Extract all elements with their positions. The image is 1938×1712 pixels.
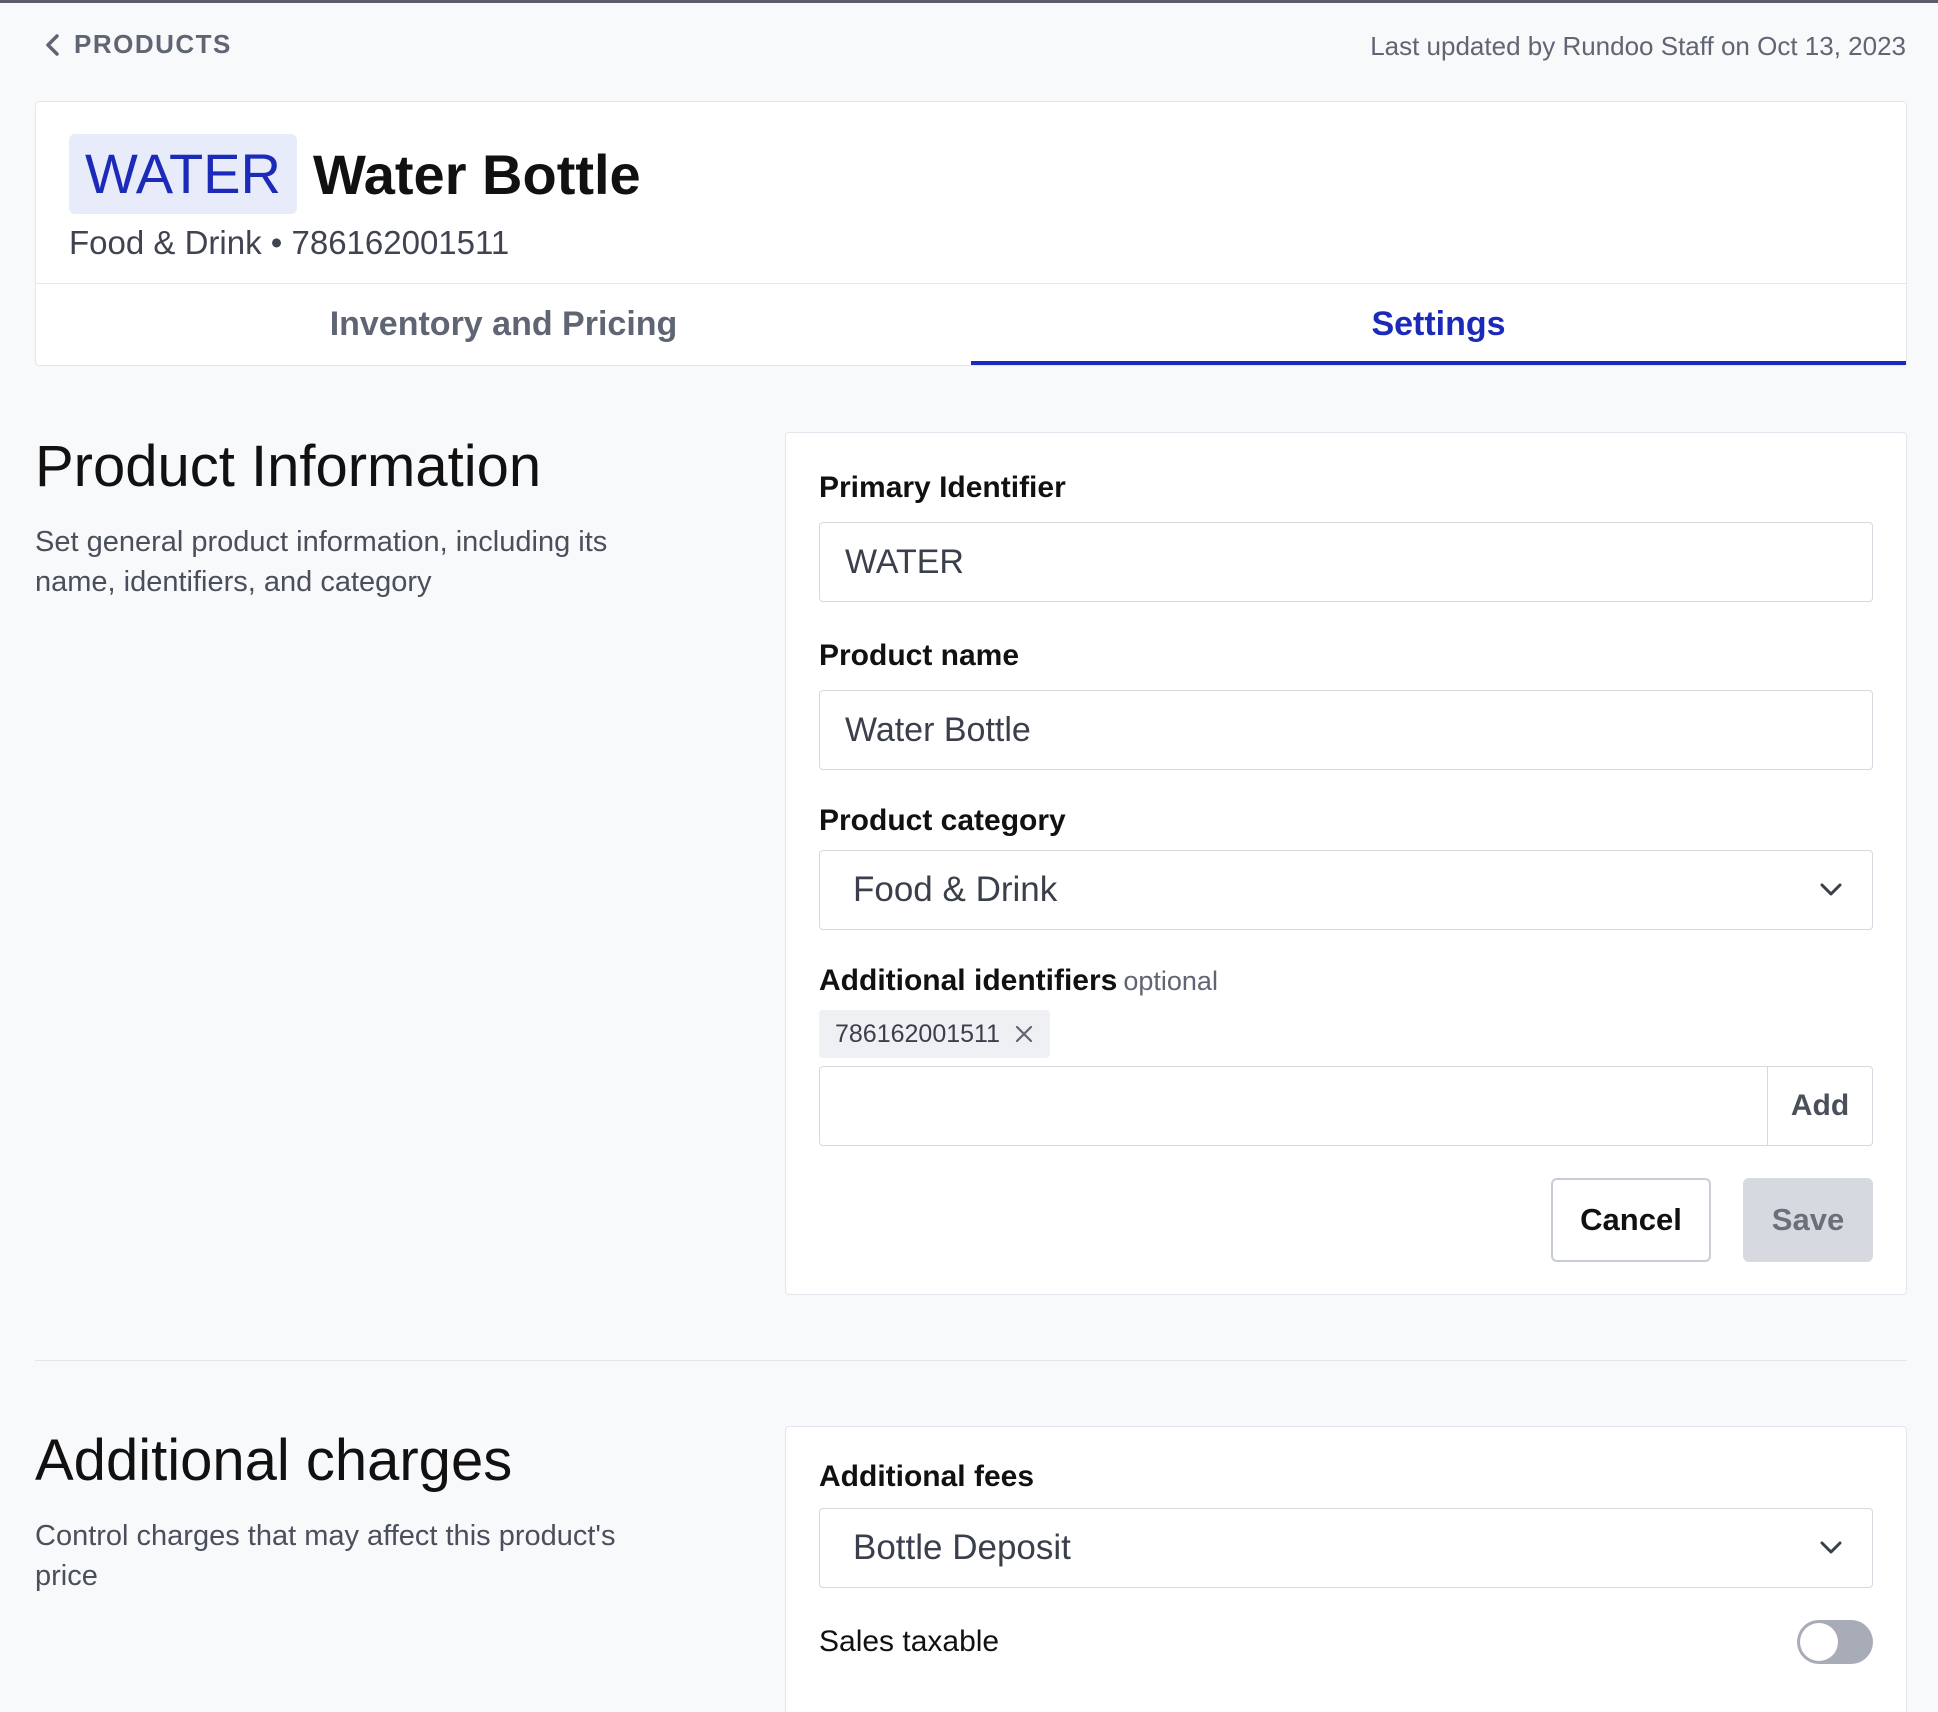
tab-bar: Inventory and Pricing Settings [36, 283, 1906, 365]
additional-charges-form: Additional fees Bottle Deposit Sales tax… [785, 1426, 1907, 1712]
chevron-left-icon [46, 33, 59, 56]
identifier-tag-value: 786162001511 [835, 1019, 1000, 1048]
additional-charges-heading: Additional charges [35, 1428, 513, 1493]
product-name-input[interactable] [819, 690, 1873, 770]
sales-taxable-row: Sales taxable [819, 1620, 1873, 1664]
product-info-heading: Product Information [35, 434, 542, 499]
additional-identifiers-label: Additional identifiers optional [819, 964, 1218, 998]
last-updated-text: Last updated by Rundoo Staff on Oct 13, … [1370, 31, 1906, 61]
product-title-row: WATER Water Bottle [69, 134, 641, 214]
additional-fees-select[interactable]: Bottle Deposit [819, 1508, 1873, 1588]
product-info-description: Set general product information, includi… [35, 526, 608, 598]
additional-fees-label: Additional fees [819, 1460, 1035, 1493]
product-info-intro: Product Information Set general product … [35, 433, 675, 602]
sales-taxable-label: Sales taxable [819, 1625, 1000, 1658]
chevron-down-icon [1820, 1541, 1842, 1554]
product-info-form: Primary Identifier Product name Product … [785, 432, 1907, 1295]
product-upc-text: 786162001511 [291, 224, 510, 261]
primary-identifier-label: Primary Identifier [819, 471, 1066, 504]
product-header-card: WATER Water Bottle Food & Drink • 786162… [35, 101, 1907, 366]
cancel-button[interactable]: Cancel [1551, 1178, 1711, 1262]
additional-charges-intro: Additional charges Control charges that … [35, 1427, 675, 1596]
optional-label: optional [1123, 966, 1218, 996]
page-title: Water Bottle [312, 142, 641, 206]
toggle-knob [1800, 1623, 1838, 1661]
additional-identifiers-label-text: Additional identifiers [819, 964, 1118, 997]
back-to-products-link[interactable]: PRODUCTS [44, 29, 232, 60]
remove-tag-icon[interactable] [1014, 1024, 1034, 1044]
identifier-tag: 786162001511 [819, 1010, 1050, 1058]
product-subtitle: Food & Drink • 786162001511 [69, 224, 509, 262]
top-bar: PRODUCTS Last updated by Rundoo Staff on… [0, 3, 1938, 87]
product-name-label: Product name [819, 639, 1020, 672]
add-identifier-button[interactable]: Add [1767, 1066, 1873, 1146]
back-link-label: PRODUCTS [74, 29, 232, 59]
product-category-text: Food & Drink [69, 224, 262, 261]
add-identifier-group: Add [819, 1066, 1873, 1146]
chevron-down-icon [1820, 883, 1842, 896]
primary-identifier-input[interactable] [819, 522, 1873, 602]
product-category-select[interactable]: Food & Drink [819, 850, 1873, 930]
product-category-value: Food & Drink [853, 870, 1058, 909]
subtitle-separator: • [270, 224, 283, 261]
section-divider [35, 1360, 1907, 1361]
additional-charges-description: Control charges that may affect this pro… [35, 1520, 616, 1592]
tab-inventory-and-pricing[interactable]: Inventory and Pricing [36, 284, 971, 365]
primary-id-chip: WATER [69, 134, 297, 214]
sales-taxable-toggle[interactable] [1797, 1620, 1873, 1664]
additional-fees-value: Bottle Deposit [853, 1528, 1071, 1567]
save-button[interactable]: Save [1743, 1178, 1873, 1262]
product-category-label: Product category [819, 804, 1066, 837]
additional-identifier-input[interactable] [819, 1066, 1767, 1146]
tab-settings[interactable]: Settings [971, 284, 1906, 365]
